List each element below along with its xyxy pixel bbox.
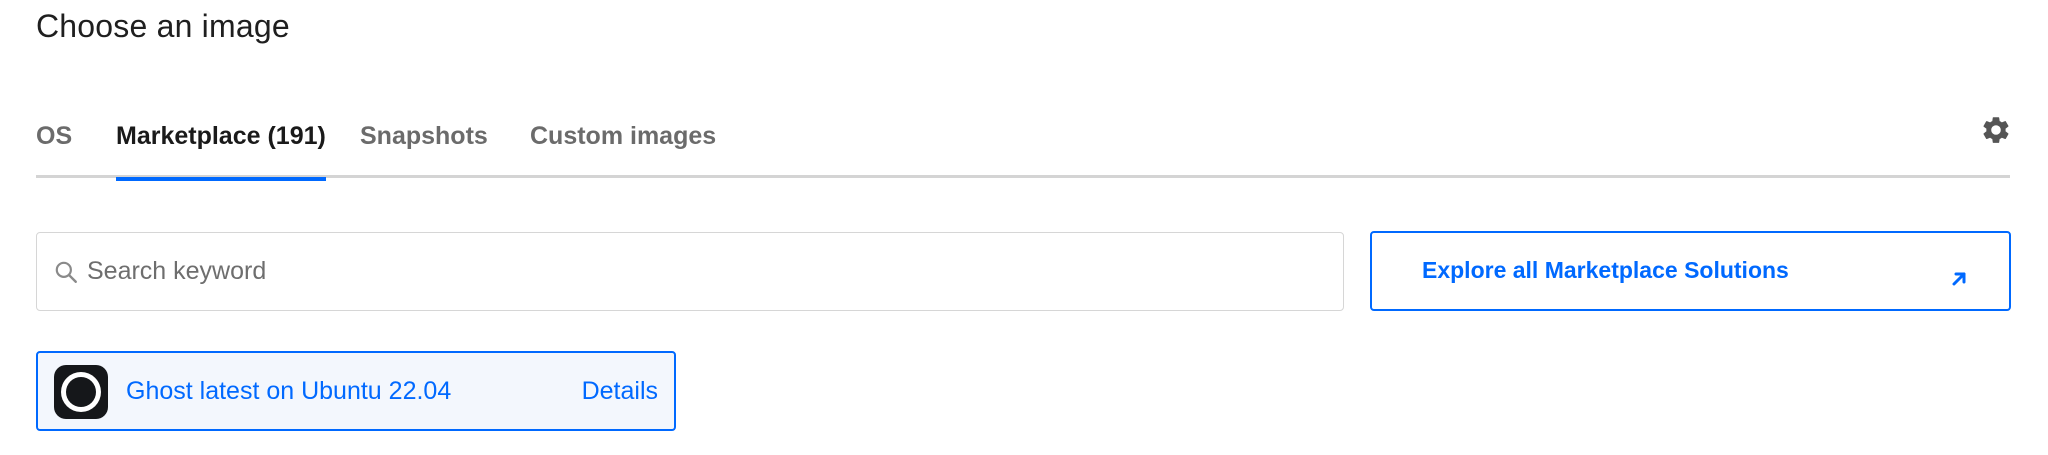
marketplace-app-card[interactable]: Ghost latest on Ubuntu 22.04 Details — [36, 351, 676, 431]
search-icon — [53, 259, 79, 285]
explore-marketplace-button[interactable]: Explore all Marketplace Solutions — [1370, 231, 2011, 311]
explore-marketplace-label: Explore all Marketplace Solutions — [1422, 257, 1789, 283]
tab-marketplace[interactable]: Marketplace (191) — [116, 122, 326, 181]
image-source-tabs: OS Marketplace (191) Snapshots Custom im… — [36, 112, 2010, 181]
search-input[interactable] — [87, 233, 1327, 309]
tab-snapshots[interactable]: Snapshots — [360, 122, 488, 178]
search-box — [36, 232, 1344, 311]
choose-image-page: Choose an image OS Marketplace (191) Sna… — [0, 0, 2048, 455]
external-link-arrow-icon — [1949, 269, 1969, 289]
tab-custom-images[interactable]: Custom images — [530, 122, 716, 178]
ghost-logo-icon — [54, 365, 108, 419]
gear-icon[interactable] — [1980, 114, 2012, 146]
page-title: Choose an image — [36, 8, 290, 44]
tab-os[interactable]: OS — [36, 122, 72, 178]
details-link[interactable]: Details — [582, 377, 658, 406]
app-name: Ghost latest on Ubuntu 22.04 — [126, 377, 452, 405]
